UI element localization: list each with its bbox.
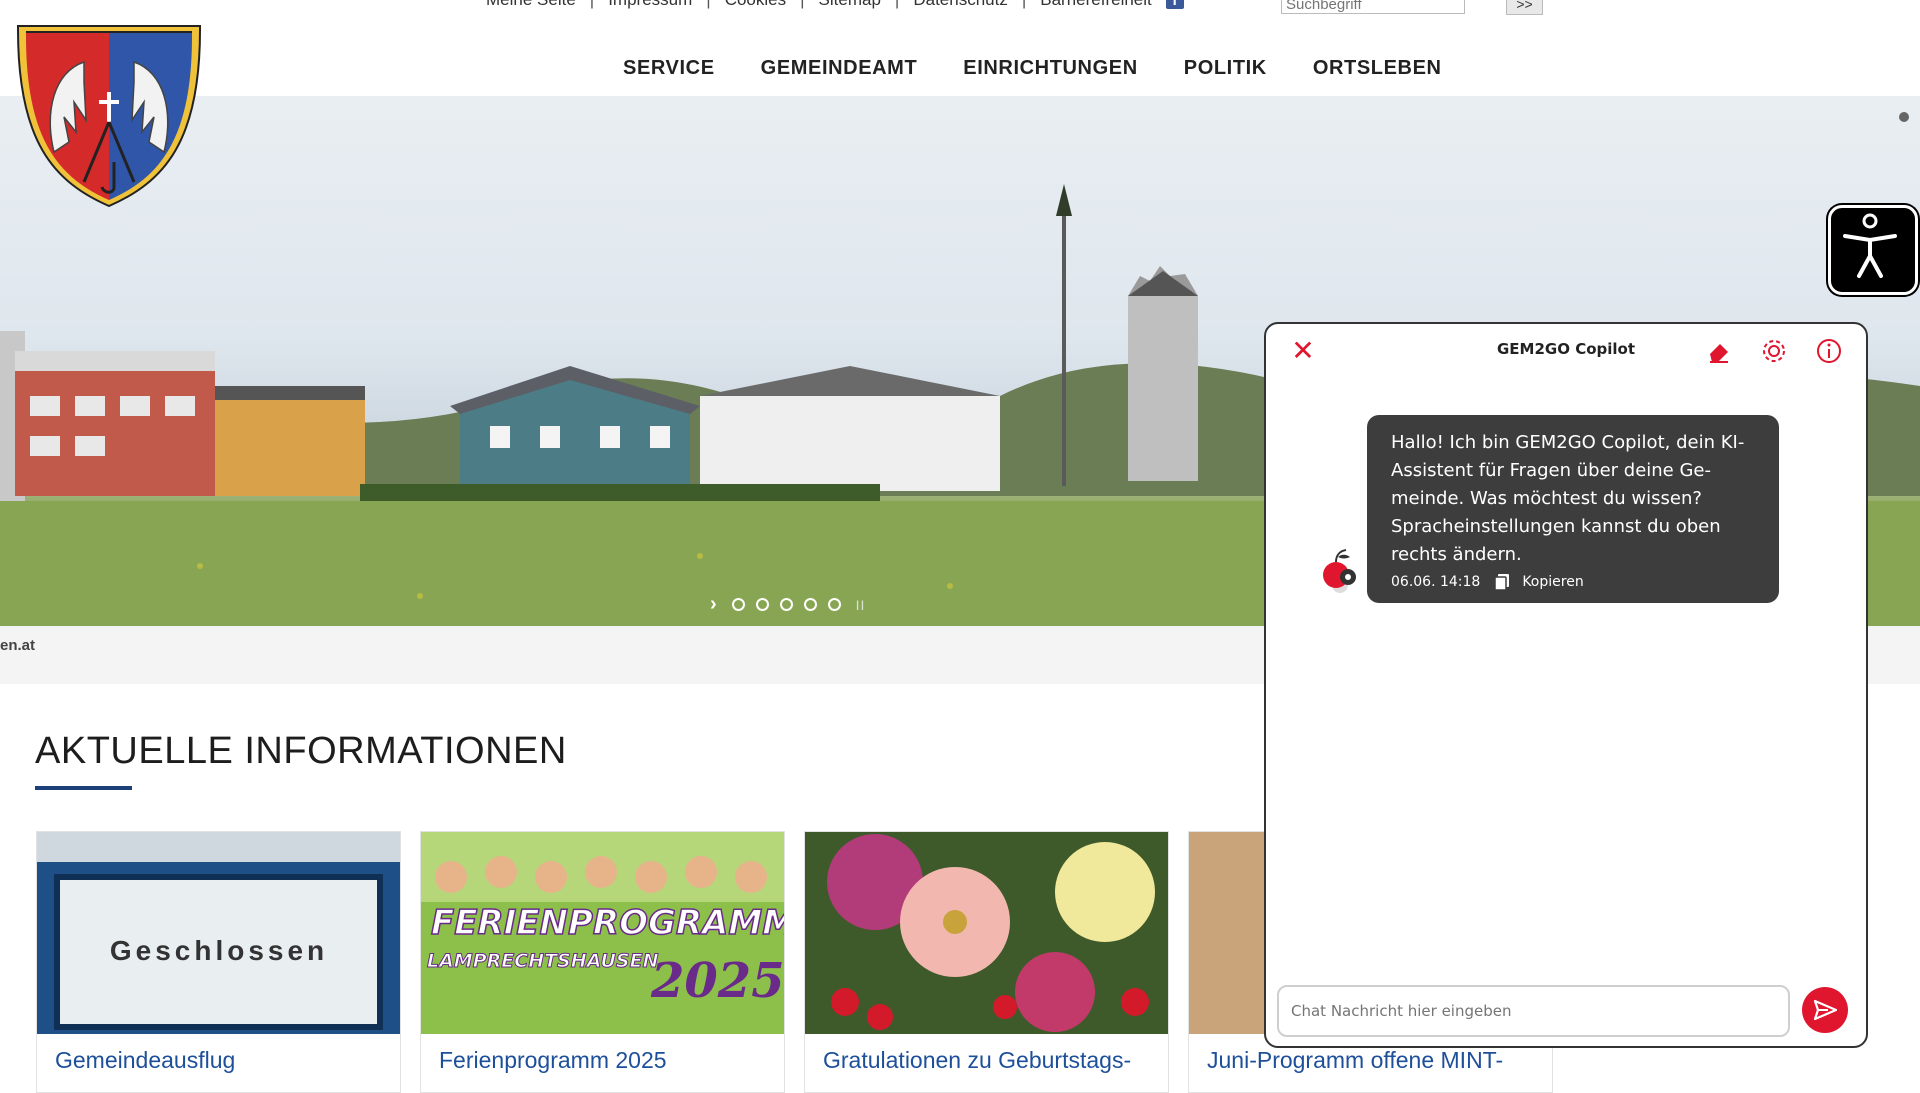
link-sitemap[interactable]: Sitemap — [819, 0, 881, 10]
svg-text:2025: 2025 — [650, 953, 784, 1009]
send-button[interactable] — [1802, 987, 1848, 1033]
copy-button[interactable]: Kopieren — [1522, 574, 1583, 590]
main-nav: SERVICE GEMEINDEAMT EINRICHTUNGEN POLITI… — [623, 57, 1442, 80]
slide-dot[interactable] — [755, 598, 769, 611]
slide-dot[interactable] — [779, 598, 793, 611]
news-card-title[interactable]: Gratulationen zu Geburtstags- — [823, 1047, 1131, 1074]
slide-dot[interactable] — [803, 598, 817, 611]
slide-dot[interactable] — [731, 598, 745, 611]
link-impressum[interactable]: Impressum — [608, 0, 692, 10]
pause-icon[interactable]: II — [856, 597, 866, 613]
slider-controls: › II — [710, 593, 865, 616]
link-meine-seite[interactable]: Meine Seite — [486, 0, 576, 10]
info-icon[interactable] — [1814, 336, 1844, 366]
nav-service[interactable]: SERVICE — [623, 57, 715, 80]
news-card[interactable]: FERIENPROGRAMM LAMPRECHTSHAUSEN 2025 Fer… — [420, 831, 785, 1093]
copilot-avatar-icon — [1323, 549, 1356, 593]
closed-sign-text: Geschlossen — [110, 935, 328, 966]
top-links: Meine Seite| Impressum| Cookies| Sitemap… — [486, 0, 1184, 10]
facebook-icon[interactable]: f — [1165, 0, 1184, 9]
coat-of-arms-logo[interactable] — [14, 22, 204, 210]
heading-underline — [35, 786, 132, 790]
svg-text:FERIENPROGRAMM: FERIENPROGRAMM — [431, 903, 784, 943]
bot-message-text: Hallo! Ich bin GEM2GO Copilot, dein KI- … — [1391, 432, 1745, 565]
svg-text:LAMPRECHTSHAUSEN: LAMPRECHTSHAUSEN — [427, 950, 659, 972]
scroll-indicator-icon — [1899, 112, 1909, 122]
message-meta: 06.06. 14:18 Kopieren — [1391, 573, 1761, 591]
eraser-icon[interactable] — [1704, 336, 1734, 366]
send-icon — [1813, 999, 1838, 1021]
news-card-image — [805, 832, 1168, 1034]
accessibility-icon — [1843, 213, 1897, 278]
news-card-image: FERIENPROGRAMM LAMPRECHTSHAUSEN 2025 — [421, 832, 784, 1034]
nav-gemeindeamt[interactable]: GEMEINDEAMT — [761, 57, 918, 80]
message-timestamp: 06.06. 14:18 — [1391, 574, 1481, 590]
next-slide-arrow[interactable]: › — [710, 593, 717, 616]
news-card-title[interactable]: Juni-Programm offene MINT- — [1207, 1047, 1503, 1074]
bot-message-bubble: Hallo! Ich bin GEM2GO Copilot, dein KI- … — [1367, 415, 1779, 603]
chat-message-input[interactable] — [1277, 985, 1790, 1037]
accessibility-button[interactable] — [1828, 205, 1918, 295]
copy-icon[interactable] — [1494, 573, 1510, 591]
link-barrierefreiheit[interactable]: Barrierefreiheit — [1040, 0, 1152, 10]
gear-icon[interactable] — [1759, 336, 1789, 366]
nav-ortsleben[interactable]: ORTSLEBEN — [1313, 57, 1442, 80]
news-card[interactable]: Geschlossen Gemeindeausflug — [36, 831, 401, 1093]
news-card-image: Geschlossen — [37, 832, 400, 1034]
link-cookies[interactable]: Cookies — [725, 0, 786, 10]
search-input[interactable] — [1281, 0, 1465, 14]
link-datenschutz[interactable]: Datenschutz — [913, 0, 1008, 10]
news-card-title[interactable]: Gemeindeausflug — [55, 1047, 235, 1074]
nav-einrichtungen[interactable]: EINRICHTUNGEN — [963, 57, 1137, 80]
domain-text: en.at — [0, 637, 36, 654]
nav-politik[interactable]: POLITIK — [1184, 57, 1267, 80]
search-button[interactable]: >> — [1506, 0, 1543, 15]
news-heading: AKTUELLE INFORMATIONEN — [35, 730, 567, 772]
slide-dot[interactable] — [827, 598, 841, 611]
site-header: Meine Seite| Impressum| Cookies| Sitemap… — [0, 0, 1920, 96]
news-card-title[interactable]: Ferienprogramm 2025 — [439, 1047, 667, 1074]
news-card[interactable]: Gratulationen zu Geburtstags- — [804, 831, 1169, 1093]
